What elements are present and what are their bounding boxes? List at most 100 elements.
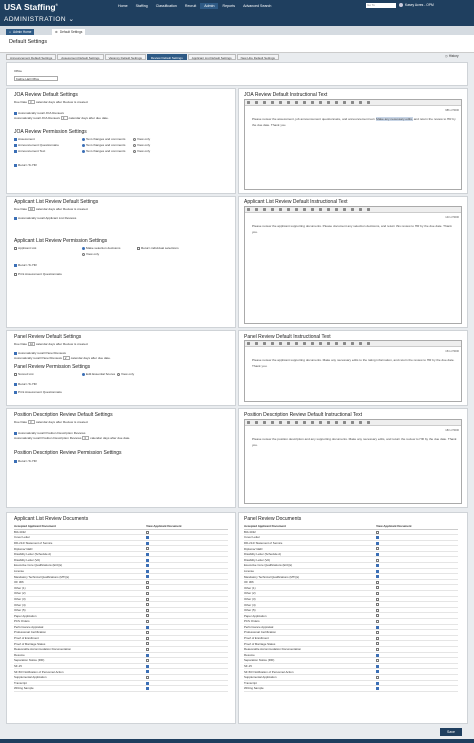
cut-icon[interactable] xyxy=(295,101,298,104)
source-icon[interactable] xyxy=(367,421,370,424)
applist-opt2-checkbox[interactable] xyxy=(137,246,140,250)
link-icon[interactable] xyxy=(335,342,338,345)
view-document-checkbox[interactable] xyxy=(146,592,150,596)
section-switcher[interactable]: ADMINISTRATION ⌄ xyxy=(4,15,74,23)
view-document-checkbox[interactable] xyxy=(376,569,380,573)
image-icon[interactable] xyxy=(351,421,354,424)
nav-item-reports[interactable]: Reports xyxy=(218,3,239,9)
bold-icon[interactable] xyxy=(247,208,250,211)
redo-icon[interactable] xyxy=(287,342,290,345)
italic-icon[interactable] xyxy=(255,208,258,211)
view-document-checkbox[interactable] xyxy=(146,580,150,584)
view-document-checkbox[interactable] xyxy=(376,586,380,590)
panel-scored-checkbox[interactable] xyxy=(14,372,17,376)
redo-icon[interactable] xyxy=(287,421,290,424)
underline-icon[interactable] xyxy=(263,342,266,345)
view-document-checkbox[interactable] xyxy=(146,558,150,562)
view-document-checkbox[interactable] xyxy=(146,670,150,674)
office-select[interactable]: Kathie Hall Office xyxy=(14,76,58,81)
list-icon[interactable] xyxy=(319,421,322,424)
applist-auto-recall-checkbox[interactable] xyxy=(14,216,17,220)
view-document-checkbox[interactable] xyxy=(376,664,380,668)
italic-icon[interactable] xyxy=(255,421,258,424)
unlink-icon[interactable] xyxy=(343,421,346,424)
panel-due-field[interactable]: 10 xyxy=(27,342,35,347)
settings-tab[interactable]: Vacancy Default Settings xyxy=(104,54,146,60)
view-document-checkbox[interactable] xyxy=(376,592,380,596)
undo-icon[interactable] xyxy=(279,421,282,424)
view-document-checkbox[interactable] xyxy=(376,580,380,584)
view-document-checkbox[interactable] xyxy=(376,631,380,635)
view-document-checkbox[interactable] xyxy=(146,681,150,685)
source-icon[interactable] xyxy=(367,342,370,345)
joa-perm-checkbox[interactable] xyxy=(14,137,17,141)
nav-item-classification[interactable]: Classification xyxy=(152,3,181,9)
panel-editor[interactable]: 154 of 5000 Please review the applicant … xyxy=(244,340,462,402)
joa-opt1-radio[interactable] xyxy=(82,149,85,153)
applist-opt1-radio[interactable] xyxy=(82,246,85,250)
bold-icon[interactable] xyxy=(247,101,250,104)
user-menu[interactable]: Kasey Acres - OPM xyxy=(405,3,434,7)
settings-tab[interactable]: Announcement Default Settings xyxy=(6,54,57,60)
view-document-checkbox[interactable] xyxy=(376,659,380,663)
source-icon[interactable] xyxy=(367,208,370,211)
underline-icon[interactable] xyxy=(263,101,266,104)
image-icon[interactable] xyxy=(351,101,354,104)
view-document-checkbox[interactable] xyxy=(146,608,150,612)
joa-perm-checkbox[interactable] xyxy=(14,149,17,153)
nav-item-admin[interactable]: Admin xyxy=(200,3,219,9)
strike-icon[interactable] xyxy=(271,101,274,104)
unlink-icon[interactable] xyxy=(343,101,346,104)
view-document-checkbox[interactable] xyxy=(376,687,380,691)
view-document-checkbox[interactable] xyxy=(146,642,150,646)
view-document-checkbox[interactable] xyxy=(146,603,150,607)
bold-icon[interactable] xyxy=(247,421,250,424)
view-document-checkbox[interactable] xyxy=(376,625,380,629)
history-link[interactable]: ◷ History xyxy=(445,54,459,58)
view-document-checkbox[interactable] xyxy=(146,536,150,540)
brand-logo[interactable]: USA Staffing® xyxy=(4,2,58,12)
applist-list-checkbox[interactable] xyxy=(14,246,17,250)
nav-item-staffing[interactable]: Staffing xyxy=(132,3,152,9)
view-document-checkbox[interactable] xyxy=(146,530,150,534)
view-document-checkbox[interactable] xyxy=(146,547,150,551)
view-document-checkbox[interactable] xyxy=(146,664,150,668)
save-button[interactable]: Save xyxy=(440,728,462,736)
view-document-checkbox[interactable] xyxy=(376,620,380,624)
view-document-checkbox[interactable] xyxy=(146,620,150,624)
joa-opt2-radio[interactable] xyxy=(133,137,136,141)
table-icon[interactable] xyxy=(359,208,362,211)
copy-icon[interactable] xyxy=(303,342,306,345)
view-document-checkbox[interactable] xyxy=(376,541,380,545)
pd-auto-recall-checkbox[interactable] xyxy=(14,431,17,435)
view-document-checkbox[interactable] xyxy=(146,687,150,691)
view-document-checkbox[interactable] xyxy=(146,597,150,601)
strike-icon[interactable] xyxy=(271,208,274,211)
joa-opt1-radio[interactable] xyxy=(82,137,85,141)
italic-icon[interactable] xyxy=(255,101,258,104)
joa-return-checkbox[interactable] xyxy=(14,163,17,167)
cut-icon[interactable] xyxy=(295,421,298,424)
unlink-icon[interactable] xyxy=(343,208,346,211)
cut-icon[interactable] xyxy=(295,342,298,345)
view-document-checkbox[interactable] xyxy=(376,575,380,579)
indent-icon[interactable] xyxy=(327,421,330,424)
view-document-checkbox[interactable] xyxy=(146,659,150,663)
joa-perm-checkbox[interactable] xyxy=(14,143,17,147)
indent-icon[interactable] xyxy=(327,208,330,211)
view-document-checkbox[interactable] xyxy=(376,614,380,618)
unlink-icon[interactable] xyxy=(343,342,346,345)
undo-icon[interactable] xyxy=(279,342,282,345)
view-document-checkbox[interactable] xyxy=(146,575,150,579)
view-document-checkbox[interactable] xyxy=(146,648,150,651)
view-document-checkbox[interactable] xyxy=(376,653,380,657)
settings-tab[interactable]: Review Default Settings xyxy=(146,54,187,60)
panel-auto-recall-checkbox[interactable] xyxy=(14,351,17,355)
view-document-checkbox[interactable] xyxy=(146,564,150,568)
underline-icon[interactable] xyxy=(263,208,266,211)
pd-due-field[interactable]: 3 xyxy=(27,420,35,425)
underline-icon[interactable] xyxy=(263,421,266,424)
view-document-checkbox[interactable] xyxy=(376,608,380,612)
joa-opt1-radio[interactable] xyxy=(82,143,85,147)
undo-icon[interactable] xyxy=(279,101,282,104)
